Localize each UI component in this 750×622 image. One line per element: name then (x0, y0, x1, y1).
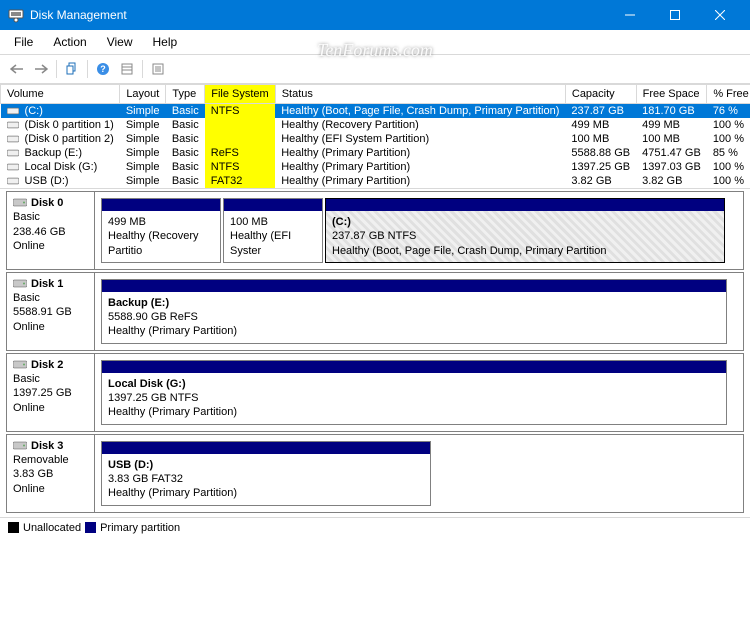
unallocated-swatch (8, 522, 19, 533)
disk-header[interactable]: Disk 0Basic238.46 GBOnline (7, 192, 95, 269)
legend: Unallocated Primary partition (0, 517, 750, 538)
separator (142, 60, 143, 78)
menu-help[interactable]: Help (143, 32, 188, 52)
title-bar: Disk Management (0, 0, 750, 30)
volume-row[interactable]: (C:)SimpleBasicNTFSHealthy (Boot, Page F… (1, 104, 750, 119)
partition[interactable]: 100 MBHealthy (EFI Syster (223, 198, 323, 263)
minimize-button[interactable] (607, 0, 652, 30)
menu-file[interactable]: File (4, 32, 43, 52)
partition[interactable]: Local Disk (G:)1397.25 GB NTFSHealthy (P… (101, 360, 727, 425)
separator (56, 60, 57, 78)
volume-row[interactable]: USB (D:)SimpleBasicFAT32Healthy (Primary… (1, 174, 750, 188)
disk-row: Disk 0Basic238.46 GBOnline499 MBHealthy … (6, 191, 744, 270)
menu-bar: FileActionViewHelp (0, 30, 750, 55)
col-header[interactable]: Volume (1, 85, 120, 104)
maximize-button[interactable] (652, 0, 697, 30)
partition[interactable]: Backup (E:)5588.90 GB ReFSHealthy (Prima… (101, 279, 727, 344)
col-header[interactable]: Status (275, 85, 565, 104)
refresh-button[interactable] (61, 58, 83, 80)
volumes-table[interactable]: VolumeLayoutTypeFile SystemStatusCapacit… (0, 84, 750, 188)
col-header[interactable]: File System (205, 85, 275, 104)
list-button[interactable] (147, 58, 169, 80)
disk-header[interactable]: Disk 1Basic5588.91 GBOnline (7, 273, 95, 350)
settings-button[interactable] (116, 58, 138, 80)
disk-header[interactable]: Disk 3Removable3.83 GBOnline (7, 435, 95, 512)
disk-row: Disk 2Basic1397.25 GBOnlineLocal Disk (G… (6, 353, 744, 432)
separator (87, 60, 88, 78)
col-header[interactable]: % Free (707, 85, 750, 104)
partition[interactable]: 499 MBHealthy (Recovery Partitio (101, 198, 221, 263)
svg-text:?: ? (100, 64, 106, 74)
toolbar: ? (0, 55, 750, 84)
volume-row[interactable]: Local Disk (G:)SimpleBasicNTFSHealthy (P… (1, 160, 750, 174)
partition[interactable]: USB (D:)3.83 GB FAT32Healthy (Primary Pa… (101, 441, 431, 506)
legend-unallocated: Unallocated (23, 522, 81, 534)
partition[interactable]: (C:)237.87 GB NTFSHealthy (Boot, Page Fi… (325, 198, 725, 263)
col-header[interactable]: Capacity (565, 85, 636, 104)
close-button[interactable] (697, 0, 742, 30)
col-header[interactable]: Layout (120, 85, 166, 104)
disk-header[interactable]: Disk 2Basic1397.25 GBOnline (7, 354, 95, 431)
back-button[interactable] (6, 58, 28, 80)
menu-view[interactable]: View (97, 32, 143, 52)
disk-graphical-view: Disk 0Basic238.46 GBOnline499 MBHealthy … (0, 188, 750, 517)
help-button[interactable]: ? (92, 58, 114, 80)
primary-swatch (85, 522, 96, 533)
volume-row[interactable]: Backup (E:)SimpleBasicReFSHealthy (Prima… (1, 146, 750, 160)
forward-button[interactable] (30, 58, 52, 80)
legend-primary: Primary partition (100, 522, 180, 534)
volume-row[interactable]: (Disk 0 partition 2)SimpleBasicHealthy (… (1, 132, 750, 146)
window-title: Disk Management (30, 8, 607, 22)
app-icon (8, 7, 24, 23)
menu-action[interactable]: Action (43, 32, 96, 52)
col-header[interactable]: Free Space (636, 85, 707, 104)
col-header[interactable]: Type (166, 85, 205, 104)
disk-row: Disk 1Basic5588.91 GBOnlineBackup (E:)55… (6, 272, 744, 351)
volume-row[interactable]: (Disk 0 partition 1)SimpleBasicHealthy (… (1, 118, 750, 132)
disk-row: Disk 3Removable3.83 GBOnlineUSB (D:)3.83… (6, 434, 744, 513)
